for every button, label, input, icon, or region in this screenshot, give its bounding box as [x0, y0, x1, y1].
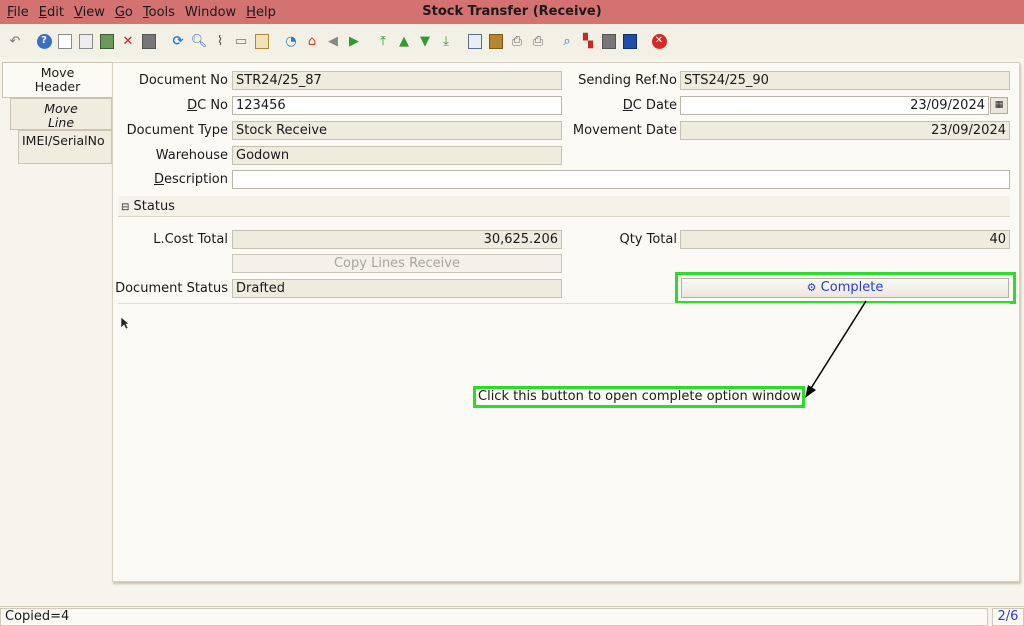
movement-date-field[interactable]: 23/09/2024	[680, 121, 1010, 140]
menu-window[interactable]: Window	[182, 5, 239, 20]
copy-lines-receive-button[interactable]: Copy Lines Receive	[232, 254, 562, 273]
tab-imei-label: IMEI/SerialNo	[22, 133, 105, 148]
qty-total-field[interactable]: 40	[680, 230, 1010, 249]
gear-icon: ⚙	[806, 281, 817, 294]
document-status-field[interactable]: Drafted	[232, 279, 562, 298]
divider	[118, 303, 1010, 304]
movement-date-label: Movement Date	[572, 123, 677, 138]
next-record-icon[interactable]: ▼	[416, 32, 434, 50]
exit-icon[interactable]: ✕	[650, 32, 668, 50]
zoom-across-icon[interactable]: ⌂	[303, 32, 321, 50]
dc-no-field[interactable]: 123456	[232, 96, 562, 115]
new-icon[interactable]	[56, 32, 74, 50]
tab-imei-serialno[interactable]: IMEI/SerialNo	[18, 130, 112, 164]
refresh-icon[interactable]: ⟳	[169, 32, 187, 50]
attachment-icon[interactable]: ⌇	[211, 32, 229, 50]
dc-date-label: DC Date	[622, 98, 677, 113]
document-no-label: Document No	[138, 73, 228, 88]
last-record-icon[interactable]: ⤓	[437, 32, 455, 50]
home-icon[interactable]: ◔	[282, 32, 300, 50]
menu-edit[interactable]: Edit	[36, 5, 67, 20]
collapse-icon[interactable]: ⊟	[121, 202, 129, 213]
lcost-total-label: L.Cost Total	[153, 232, 228, 247]
mouse-cursor-icon	[120, 316, 130, 330]
menu-file[interactable]: File	[4, 5, 32, 20]
tab-move-line[interactable]: Move Line	[10, 98, 112, 130]
tab-move-line-label: Move Line	[44, 101, 78, 130]
warehouse-field[interactable]: Godown	[232, 146, 562, 165]
status-bar: Copied=4 2/6	[0, 606, 1024, 626]
request-icon[interactable]	[600, 32, 618, 50]
print-icon[interactable]: ⎙	[508, 32, 526, 50]
print-2-icon[interactable]: ⎙	[529, 32, 547, 50]
chat-icon[interactable]: ▭	[232, 32, 250, 50]
save-icon[interactable]	[98, 32, 116, 50]
document-no-field[interactable]: STR24/25_87	[232, 71, 562, 90]
workflow-icon[interactable]: ▚	[579, 32, 597, 50]
warehouse-label: Warehouse	[155, 148, 228, 163]
product-info-icon[interactable]	[621, 32, 639, 50]
copy-icon[interactable]	[77, 32, 95, 50]
document-type-label: Document Type	[126, 123, 228, 138]
menu-bar: File Edit View Go Tools Window Help	[0, 0, 1024, 24]
dc-no-label: DC No	[187, 98, 228, 113]
lcost-total-field[interactable]: 30,625.206	[232, 230, 562, 249]
description-field[interactable]	[232, 170, 1010, 189]
record-indicator[interactable]: 2/6	[992, 608, 1024, 626]
tab-move-header[interactable]: Move Header	[2, 62, 112, 98]
menu-view[interactable]: View	[71, 5, 108, 20]
document-type-field[interactable]: Stock Receive	[232, 121, 562, 140]
dc-date-field[interactable]: 23/09/2024	[680, 96, 989, 115]
sending-ref-label: Sending Ref.No	[578, 73, 677, 88]
first-record-icon[interactable]: ⤒	[374, 32, 392, 50]
complete-button[interactable]: ⚙ Complete	[681, 278, 1009, 298]
history-icon[interactable]	[253, 32, 271, 50]
find-icon[interactable]: 🔍︎	[190, 32, 208, 50]
delete-icon[interactable]: ✕	[119, 32, 137, 50]
menu-tools[interactable]: Tools	[140, 5, 178, 20]
annotation-callout: Click this button to open complete optio…	[473, 386, 805, 408]
qty-total-label: Qty Total	[619, 232, 677, 247]
document-status-label: Document Status	[115, 281, 228, 296]
form-panel	[112, 62, 1020, 582]
tab-move-header-label: Move Header	[34, 65, 81, 94]
menu-help[interactable]: Help	[243, 5, 279, 20]
previous-record-icon[interactable]: ▲	[395, 32, 413, 50]
report-icon[interactable]	[466, 32, 484, 50]
complete-button-label: Complete	[820, 280, 884, 295]
menu-go[interactable]: Go	[112, 5, 136, 20]
status-section-label: Status	[133, 199, 175, 214]
print-preview-icon[interactable]	[140, 32, 158, 50]
undo-icon[interactable]: ↶	[6, 32, 24, 50]
calendar-icon[interactable]: ▦	[990, 97, 1008, 114]
tab-panel: Move Header Move Line IMEI/SerialNo	[0, 58, 112, 588]
sending-ref-field[interactable]: STS24/25_90	[680, 71, 1010, 90]
forward-icon[interactable]: ▶	[345, 32, 363, 50]
toolbar: ↶ ? ✕ ⟳ 🔍︎ ⌇ ▭ ◔ ⌂ ◀ ▶ ⤒ ▲ ▼ ⤓ ⎙ ⎙ ⌕ ▚ ✕	[0, 24, 1024, 58]
zoom-icon[interactable]: ⌕	[558, 32, 576, 50]
status-section-header[interactable]: ⊟ Status	[118, 196, 1010, 217]
help-icon[interactable]: ?	[35, 32, 53, 50]
description-label: Description	[153, 172, 228, 187]
back-icon[interactable]: ◀	[324, 32, 342, 50]
status-message: Copied=4	[0, 608, 988, 626]
archive-icon[interactable]	[487, 32, 505, 50]
